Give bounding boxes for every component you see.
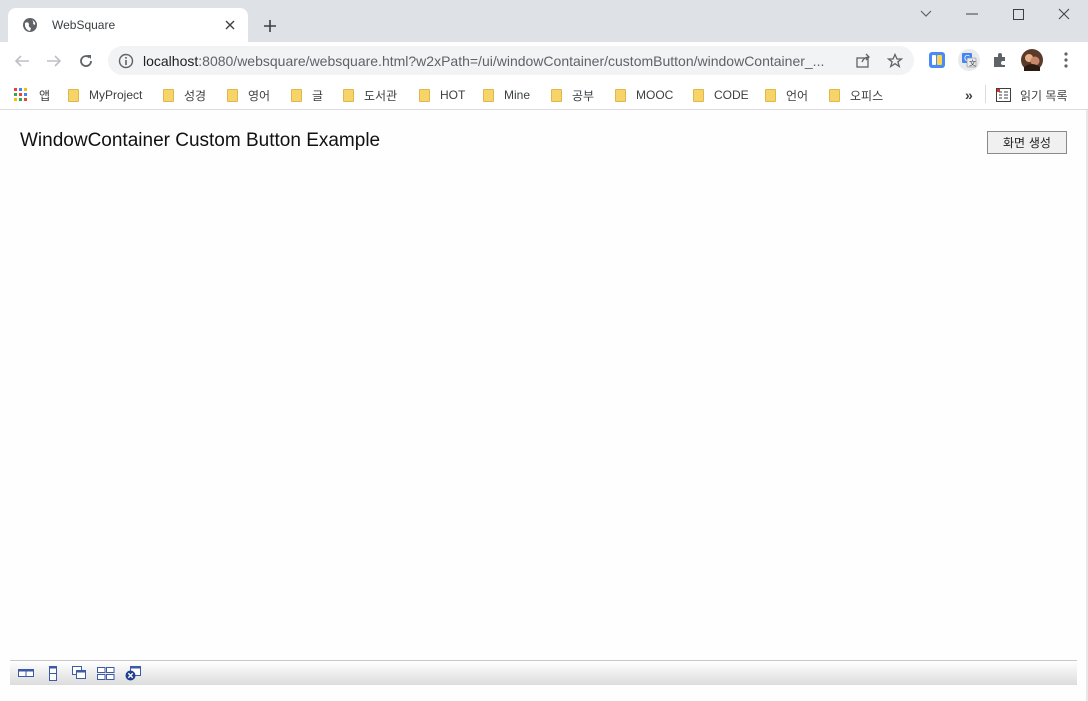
page-content: WindowContainer Custom Button Example 화면…	[0, 110, 1088, 701]
bookmarks-bar: 앱 MyProject 성경 영어 글 도서관 HOT Mine 공부 MOOC…	[0, 79, 1088, 110]
bookmark-folder[interactable]: 공부	[551, 84, 594, 106]
close-icon[interactable]	[1049, 4, 1079, 24]
info-icon[interactable]	[118, 53, 134, 69]
tile-vertical-icon[interactable]	[44, 665, 62, 681]
page-title: WindowContainer Custom Button Example	[20, 130, 381, 151]
bookmark-label: 오피스	[850, 88, 884, 103]
url-text: localhost:8080/websquare/websquare.html?…	[143, 53, 843, 69]
folder-icon	[419, 88, 430, 102]
bookmark-folder[interactable]: 오피스	[829, 84, 883, 106]
cascade-icon[interactable]	[70, 665, 88, 681]
bookmarks-overflow-button[interactable]: »	[965, 84, 973, 106]
bookmark-label: 성경	[184, 88, 207, 103]
minimize-icon[interactable]	[957, 4, 987, 24]
folder-icon	[163, 88, 174, 102]
folder-icon	[615, 88, 626, 102]
grid-icon[interactable]	[96, 665, 116, 681]
folder-icon	[693, 88, 704, 102]
reload-icon[interactable]	[74, 49, 98, 73]
bookmark-folder[interactable]: 언어	[765, 84, 808, 106]
share-icon[interactable]	[854, 52, 872, 70]
bookmark-folder[interactable]: 영어	[227, 84, 270, 106]
translate-icon[interactable]: G文	[958, 49, 980, 71]
create-screen-button[interactable]: 화면 생성	[987, 131, 1067, 154]
puzzle-icon[interactable]	[990, 50, 1010, 70]
address-bar[interactable]: localhost:8080/websquare/websquare.html?…	[108, 46, 914, 75]
reading-list-label: 읽기 목록	[1020, 88, 1068, 103]
star-icon[interactable]	[886, 52, 904, 70]
bookmark-label: HOT	[440, 88, 466, 102]
bookmark-apps[interactable]: 앱	[14, 84, 50, 106]
apps-grid-icon	[14, 88, 28, 102]
chevron-down-icon[interactable]	[911, 4, 941, 24]
bookmark-folder[interactable]: Mine	[483, 84, 530, 106]
bookmark-label: MyProject	[89, 88, 143, 102]
url-host: localhost	[143, 52, 199, 69]
forward-icon[interactable]	[42, 49, 66, 73]
bookmark-folder[interactable]: CODE	[693, 84, 749, 106]
bookmark-label: 공부	[572, 88, 595, 103]
reading-list-icon	[996, 88, 1011, 102]
svg-text:文: 文	[969, 59, 976, 68]
bookmark-label: 도서관	[364, 88, 398, 103]
plus-icon[interactable]	[259, 15, 281, 37]
menu-dots-icon[interactable]	[1056, 50, 1076, 70]
bookmark-folder[interactable]: MyProject	[68, 84, 142, 106]
bookmark-apps-label: 앱	[39, 88, 51, 103]
avatar[interactable]	[1021, 49, 1043, 71]
bookmark-label: CODE	[714, 88, 749, 102]
tab-strip: WebSquare	[0, 0, 1088, 42]
back-icon[interactable]	[10, 49, 34, 73]
close-all-icon[interactable]	[124, 665, 142, 681]
window-container-toolbar	[10, 660, 1077, 685]
browser-tab[interactable]: WebSquare	[8, 8, 248, 42]
bookmark-folder[interactable]: 도서관	[343, 84, 397, 106]
tab-title: WebSquare	[52, 18, 116, 32]
tile-horizontal-icon[interactable]	[17, 665, 35, 681]
bookmark-folder[interactable]: MOOC	[615, 84, 673, 106]
folder-icon	[227, 88, 238, 102]
globe-icon	[22, 17, 38, 33]
reading-list-button[interactable]: 읽기 목록	[996, 84, 1068, 106]
close-icon[interactable]	[222, 17, 238, 33]
folder-icon	[343, 88, 354, 102]
folder-icon	[551, 88, 562, 102]
bookmark-label: MOOC	[636, 88, 674, 102]
extension-blue-icon[interactable]	[927, 50, 947, 70]
bookmark-label: 언어	[786, 88, 809, 103]
folder-icon	[291, 88, 302, 102]
bookmark-folder[interactable]: 성경	[163, 84, 206, 106]
folder-icon	[483, 88, 494, 102]
browser-toolbar: localhost:8080/websquare/websquare.html?…	[0, 42, 1088, 79]
bookmark-folder[interactable]: HOT	[419, 84, 465, 106]
bookmark-folder[interactable]: 글	[291, 84, 323, 106]
url-path: :8080/websquare/websquare.html?w2xPath=/…	[198, 52, 825, 69]
folder-icon	[765, 88, 776, 102]
folder-icon	[829, 88, 840, 102]
bookmark-label: 글	[312, 88, 324, 103]
bookmarks-divider	[985, 85, 986, 103]
folder-icon	[68, 88, 79, 102]
maximize-icon[interactable]	[1003, 4, 1033, 24]
bookmark-label: 영어	[248, 88, 271, 103]
bookmark-label: Mine	[504, 88, 531, 102]
